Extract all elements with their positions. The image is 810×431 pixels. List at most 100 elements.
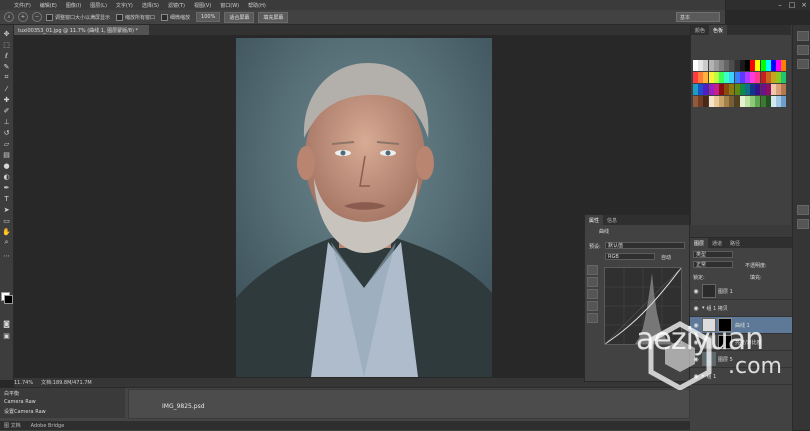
more-tools-icon[interactable]: ⋯ (2, 251, 11, 260)
menu-select[interactable]: 选择(S) (142, 2, 159, 9)
layer-kind-filter[interactable]: 类型 (693, 251, 733, 258)
clone-source-panel-icon[interactable] (797, 219, 809, 229)
tab-info[interactable]: 信息 (603, 217, 621, 224)
tab-channels[interactable]: 通道 (708, 240, 726, 247)
lasso-tool-icon[interactable]: ℓ (2, 51, 11, 60)
eraser-tool-icon[interactable]: ▱ (2, 139, 11, 148)
menu-layer[interactable]: 图层(L) (90, 2, 107, 9)
checkbox-icon (116, 13, 124, 21)
eyedropper-black-icon[interactable] (587, 277, 598, 287)
color-swatch[interactable] (781, 72, 787, 83)
menu-window[interactable]: 窗口(W) (220, 2, 239, 9)
layer-row[interactable]: ◉ ▾ 组 1 拷贝 (690, 300, 792, 317)
tab-swatches[interactable]: 色板 (709, 25, 728, 35)
visibility-eye-icon[interactable]: ◉ (692, 304, 700, 312)
action-item[interactable]: 设置Camera Raw (4, 408, 46, 415)
zoom-out-icon[interactable]: − (32, 12, 42, 22)
minimize-icon[interactable]: – (774, 0, 786, 10)
menu-bar: 文件(F) 编辑(E) 图像(I) 图层(L) 文字(Y) 选择(S) 滤镜(T… (0, 0, 725, 10)
scrubby-zoom-label: 细微缩放 (170, 14, 191, 21)
channel-dropdown[interactable]: RGB (605, 253, 655, 260)
marquee-tool-icon[interactable]: ⬚ (2, 40, 11, 49)
tab-paths[interactable]: 路径 (726, 240, 744, 247)
mini-bridge-filmstrip (128, 389, 690, 419)
auto-button[interactable]: 自动 (661, 254, 671, 261)
preset-dropdown[interactable]: 默认值 (605, 242, 685, 249)
zoom-100-button[interactable]: 100% (196, 12, 221, 22)
healing-brush-tool-icon[interactable]: ✚ (2, 95, 11, 104)
workspace-select[interactable]: 基本 (676, 12, 720, 22)
tab-properties[interactable]: 属性 (585, 215, 604, 225)
adjustment-type-label: 曲线 (599, 229, 610, 235)
eyedropper-white-icon[interactable] (587, 301, 598, 311)
close-icon[interactable]: × (798, 0, 810, 10)
scrubby-zoom-checkbox[interactable]: 细微缩放 (161, 13, 191, 21)
document-tab[interactable]: tuxi00353_01.jpg @ 11.7% (曲线 1, 图层蒙版/8) … (14, 25, 149, 35)
shape-tool-icon[interactable]: ▭ (2, 216, 11, 225)
menu-image[interactable]: 图像(I) (66, 2, 81, 9)
crop-tool-icon[interactable]: ⌗ (2, 73, 11, 82)
tab-color[interactable]: 颜色 (691, 27, 709, 34)
blend-mode-dropdown[interactable]: 正常 (693, 261, 733, 268)
resize-windows-label: 调整窗口大小以满屏显示 (55, 14, 111, 21)
quick-select-tool-icon[interactable]: ✎ (2, 62, 11, 71)
gradient-tool-icon[interactable]: ▤ (2, 150, 11, 159)
history-panel-icon[interactable] (797, 31, 809, 41)
opacity-label: 不透明度: (745, 263, 767, 269)
folder-expand-icon[interactable]: ▾ (702, 305, 705, 311)
zoom-tool-icon[interactable]: ⌕ (4, 12, 14, 22)
curve-adjust-icon[interactable] (587, 265, 598, 275)
thumbnail-filename[interactable]: IMG_9825.psd (162, 403, 205, 410)
bottom-tab-bridge[interactable]: Adobe Bridge (31, 423, 65, 429)
dodge-tool-icon[interactable]: ◐ (2, 172, 11, 181)
menu-type[interactable]: 文字(Y) (116, 2, 133, 9)
menu-filter[interactable]: 滤镜(T) (168, 2, 185, 9)
clone-stamp-tool-icon[interactable]: ⊥ (2, 117, 11, 126)
zoom-in-icon[interactable]: + (18, 12, 28, 22)
brush-panel-icon[interactable] (797, 205, 809, 215)
screen-mode-icon[interactable]: ▣ (2, 331, 11, 340)
background-color-swatch[interactable] (4, 295, 13, 304)
visibility-eye-icon[interactable]: ◉ (692, 287, 700, 295)
properties-panel-tabs: 属性 信息 (585, 215, 689, 225)
type-tool-icon[interactable]: T (2, 194, 11, 203)
color-swatch[interactable] (781, 84, 787, 95)
action-item[interactable]: 白平衡 (4, 390, 19, 397)
bottom-tab-left[interactable]: 图 文档 (4, 422, 21, 429)
menu-file[interactable]: 文件(F) (14, 2, 31, 9)
menu-help[interactable]: 帮助(H) (248, 2, 266, 9)
eyedropper-tool-icon[interactable]: ⁄ (2, 84, 11, 93)
zoom-all-checkbox[interactable]: 缩放所有窗口 (116, 13, 155, 21)
swatch-grid (693, 60, 787, 128)
blur-tool-icon[interactable]: ● (2, 161, 11, 170)
lock-label: 锁定: (693, 275, 705, 281)
portrait-photo[interactable] (236, 38, 492, 377)
brush-tool-icon[interactable]: ✐ (2, 106, 11, 115)
move-tool-icon[interactable]: ✥ (2, 29, 11, 38)
action-item[interactable]: Camera Raw (4, 399, 36, 405)
pen-tool-icon[interactable]: ✒ (2, 183, 11, 192)
quick-mask-icon[interactable]: ◙ (2, 319, 11, 328)
zoom-level[interactable]: 11.74% (14, 380, 33, 386)
menu-view[interactable]: 视图(V) (194, 2, 211, 9)
layer-row[interactable]: ◉ 图层 1 (690, 283, 792, 300)
path-select-tool-icon[interactable]: ➤ (2, 205, 11, 214)
portrait-illustration (236, 38, 492, 377)
eyedropper-gray-icon[interactable] (587, 289, 598, 299)
color-swatch[interactable] (781, 96, 787, 107)
color-swatch[interactable] (781, 60, 787, 71)
layer-name[interactable]: 组 1 拷贝 (707, 305, 728, 312)
character-panel-icon[interactable] (797, 45, 809, 55)
fill-label: 填充: (750, 275, 762, 281)
layer-name[interactable]: 图层 1 (718, 288, 733, 295)
hand-tool-icon[interactable]: ✋ (2, 227, 11, 236)
paragraph-panel-icon[interactable] (797, 59, 809, 69)
fill-screen-button[interactable]: 填充屏幕 (258, 11, 289, 23)
tab-layers[interactable]: 图层 (690, 238, 709, 248)
fit-screen-button[interactable]: 适合屏幕 (224, 11, 255, 23)
menu-edit[interactable]: 编辑(E) (40, 2, 57, 9)
maximize-icon[interactable]: □ (786, 0, 798, 10)
resize-windows-checkbox[interactable]: 调整窗口大小以满屏显示 (46, 13, 111, 21)
history-brush-tool-icon[interactable]: ↺ (2, 128, 11, 137)
zoom-tool-icon[interactable]: ⌕ (2, 238, 11, 247)
